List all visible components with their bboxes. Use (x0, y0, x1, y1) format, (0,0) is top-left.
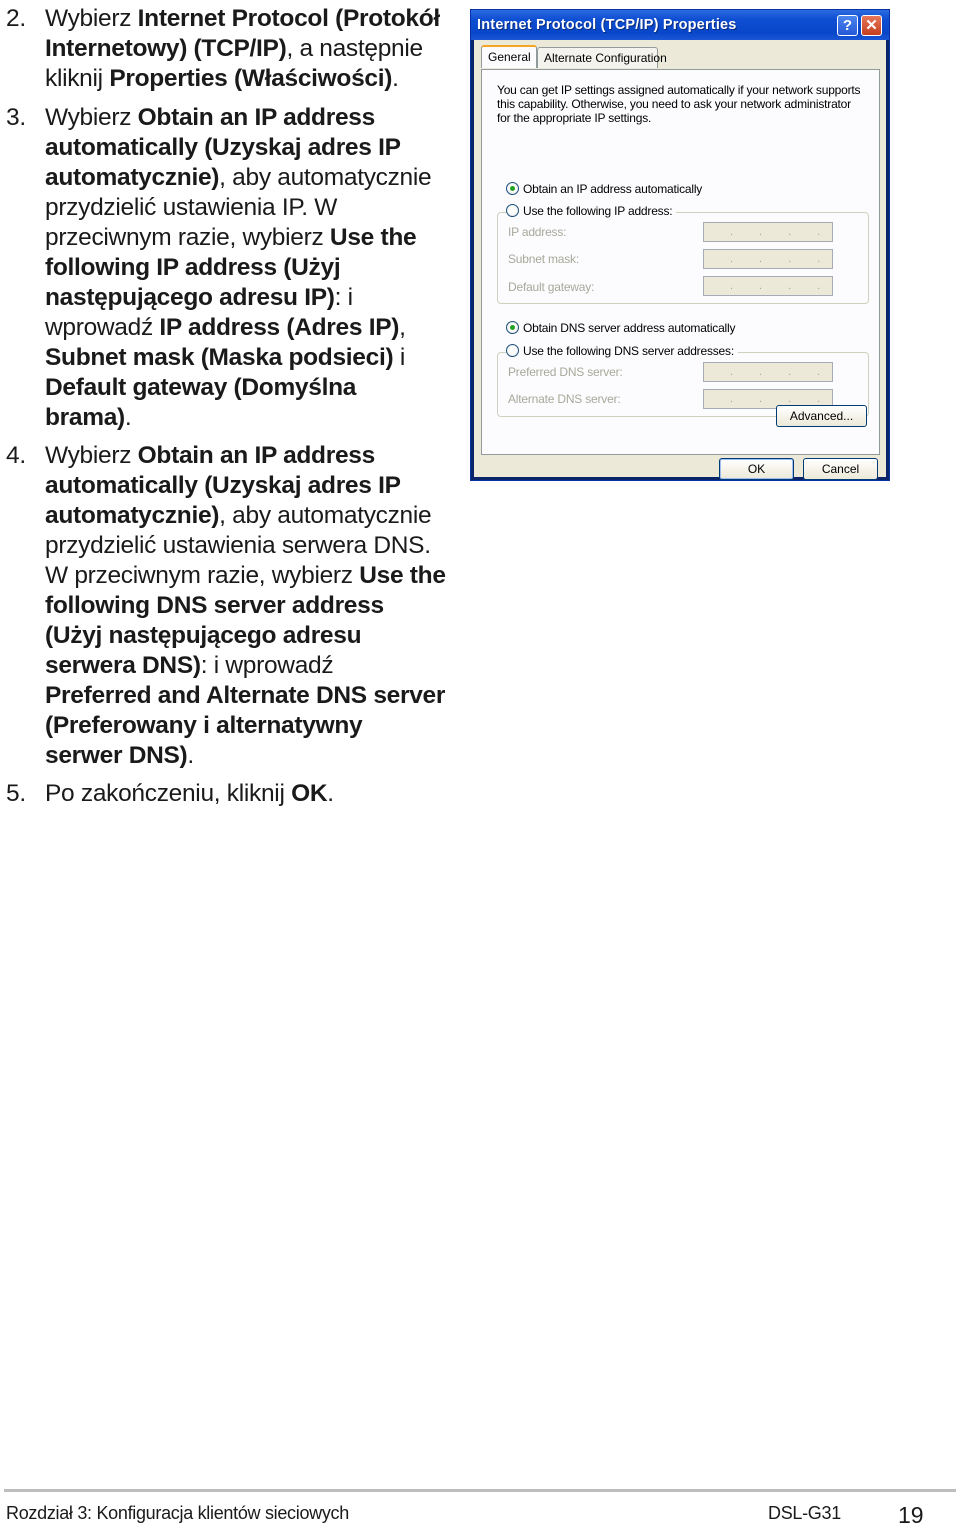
step-text-segment: Wybierz (45, 442, 138, 469)
radio-checked-icon[interactable] (506, 182, 519, 195)
step-text-segment: Wybierz (45, 104, 138, 131)
ui-term: OK (291, 780, 328, 807)
ok-button[interactable]: OK (719, 458, 794, 480)
default-gateway-label: Default gateway: (508, 280, 595, 294)
ip-address-input[interactable]: .... (703, 222, 833, 242)
ip-address-group: IP address: .... Subnet mask: .... Defau… (497, 212, 869, 304)
radio-unchecked-icon[interactable] (506, 344, 519, 357)
cancel-button[interactable]: Cancel (803, 458, 878, 480)
step-text-segment: , (399, 314, 406, 341)
subnet-mask-label: Subnet mask: (508, 252, 579, 266)
radio-obtain-dns-auto[interactable]: Obtain DNS server address automatically (506, 321, 735, 337)
step-text: Wybierz Internet Protocol (Protokół Inte… (45, 5, 440, 92)
subnet-mask-input[interactable]: .... (703, 249, 833, 269)
step-text-segment: i (393, 344, 405, 371)
title-bar[interactable]: Internet Protocol (TCP/IP) Properties ? … (471, 10, 889, 40)
step-text-segment: . (327, 780, 334, 807)
question-mark-icon: ? (842, 17, 853, 34)
radio-use-following-dns[interactable]: Use the following DNS server addresses: (506, 344, 738, 360)
step-text: Wybierz Obtain an IP address automatical… (45, 442, 446, 769)
ui-term: IP address (Adres IP) (159, 314, 400, 341)
step-text: Wybierz Obtain an IP address automatical… (45, 104, 432, 431)
ip-dots: .... (730, 393, 847, 405)
step-text-segment: Po zakończeniu, kliknij (45, 780, 292, 807)
dialog-client-area: General Alternate Configuration You can … (474, 40, 886, 480)
step-text-segment: : i wprowadź (200, 652, 334, 679)
step-2: 2. Wybierz Internet Protocol (Protokół I… (6, 4, 446, 94)
ip-dots: .... (730, 226, 847, 238)
ui-term: Preferred and Alternate DNS server (Pref… (45, 682, 446, 769)
step-number: 2. (6, 5, 26, 32)
radio-unchecked-icon[interactable] (506, 204, 519, 217)
instruction-steps: 2. Wybierz Internet Protocol (Protokół I… (6, 4, 446, 816)
alternate-dns-label: Alternate DNS server: (508, 392, 621, 406)
step-text-segment: . (124, 404, 132, 431)
model-name: DSL-G31 (768, 1503, 841, 1523)
close-icon: ✕ (865, 17, 878, 34)
tab-general[interactable]: General (481, 45, 537, 68)
step-number: 4. (6, 442, 26, 469)
dialog-title: Internet Protocol (TCP/IP) Properties (477, 17, 737, 33)
ui-term: Subnet mask (Maska podsieci) (45, 344, 394, 371)
radio-use-following-ip[interactable]: Use the following IP address: (506, 204, 677, 220)
ui-term: Default gateway (Domyślna brama) (45, 374, 357, 431)
ip-dots: .... (730, 253, 847, 265)
step-number: 3. (6, 104, 26, 131)
ui-term: Properties (Właściwości) (109, 65, 393, 92)
default-gateway-input[interactable]: .... (703, 276, 833, 296)
step-3: 3. Wybierz Obtain an IP address automati… (6, 103, 446, 433)
ip-address-label: IP address: (508, 225, 567, 239)
tcpip-properties-dialog: Internet Protocol (TCP/IP) Properties ? … (470, 9, 890, 481)
radio-label: Obtain DNS server address automatically (523, 321, 736, 335)
preferred-dns-label: Preferred DNS server: (508, 365, 623, 379)
step-4: 4. Wybierz Obtain an IP address automati… (6, 441, 446, 771)
radio-label: Obtain an IP address automatically (523, 182, 703, 196)
tab-alternate-configuration[interactable]: Alternate Configuration (537, 47, 667, 68)
chapter-title: Rozdział 3: Konfiguracja klientów siecio… (6, 1503, 349, 1523)
general-tab-panel: You can get IP settings assigned automat… (481, 69, 880, 455)
step-text-segment: Wybierz (45, 5, 138, 32)
step-5: 5. Po zakończeniu, kliknij OK. (6, 779, 446, 809)
ip-dots: .... (730, 280, 847, 292)
step-text-segment: . (187, 742, 194, 769)
step-text-segment: . (392, 65, 399, 92)
advanced-button[interactable]: Advanced... (776, 405, 867, 427)
step-text: Po zakończeniu, kliknij OK. (45, 780, 334, 807)
step-number: 5. (6, 780, 26, 807)
preferred-dns-input[interactable]: .... (703, 362, 833, 382)
radio-obtain-ip-auto[interactable]: Obtain an IP address automatically (506, 182, 702, 198)
close-button[interactable]: ✕ (861, 15, 882, 36)
help-button[interactable]: ? (837, 15, 858, 36)
ip-dots: .... (730, 366, 847, 378)
intro-text: You can get IP settings assigned automat… (497, 83, 861, 125)
page-number: 19 (898, 1502, 924, 1528)
radio-checked-icon[interactable] (506, 321, 519, 334)
radio-label: Use the following DNS server addresses: (523, 344, 734, 358)
footer-divider (4, 1489, 956, 1492)
radio-label: Use the following IP address: (523, 204, 673, 218)
